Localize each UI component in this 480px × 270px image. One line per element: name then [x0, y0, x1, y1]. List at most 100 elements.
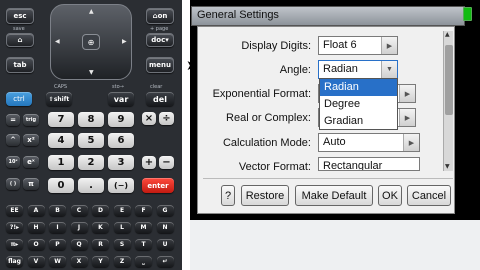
doc-key[interactable]: doc▾ — [146, 33, 174, 47]
mouse-pointer-icon: ➤ — [186, 58, 198, 74]
angle-select[interactable]: Radian ▼ — [318, 60, 398, 79]
angle-option-degree[interactable]: Degree — [320, 96, 397, 113]
key-1[interactable]: 1 — [48, 155, 74, 170]
home-on-key[interactable]: ⌂on — [146, 8, 174, 24]
alpha-key[interactable]: R — [92, 239, 109, 250]
trig-key[interactable]: trig — [23, 114, 39, 126]
esc-key[interactable]: esc — [6, 8, 34, 24]
pi-key[interactable]: π — [23, 178, 39, 190]
alpha-key[interactable]: F — [135, 205, 152, 216]
save-key[interactable]: ⌂ — [6, 33, 34, 47]
help-button[interactable]: ? — [221, 185, 235, 206]
vector-format-select[interactable]: Rectangular — [318, 157, 420, 171]
alpha-key[interactable]: Z — [113, 256, 131, 267]
alpha-key[interactable]: U — [156, 239, 174, 250]
alpha-key[interactable]: H — [27, 222, 45, 233]
alpha-key[interactable]: V — [27, 256, 45, 267]
alpha-key[interactable]: T — [135, 239, 152, 250]
negate-key[interactable]: (−) — [108, 178, 134, 193]
ok-button[interactable]: OK — [378, 185, 402, 206]
key-8[interactable]: 8 — [78, 112, 104, 127]
key-9[interactable]: 9 — [108, 112, 134, 127]
alpha-key[interactable]: ?!▸ — [6, 222, 23, 233]
alpha-key[interactable]: L — [113, 222, 131, 233]
alpha-key[interactable]: B — [49, 205, 66, 216]
alpha-key[interactable]: Q — [70, 239, 88, 250]
parens-key[interactable]: ( ) — [6, 178, 20, 190]
angle-option-radian[interactable]: Radian — [320, 79, 397, 96]
real-or-complex-label: Real or Complex: — [226, 112, 311, 124]
up-arrow-icon: ▲ — [89, 8, 94, 15]
enter-key[interactable]: enter — [142, 178, 174, 193]
alpha-key[interactable]: N — [156, 222, 174, 233]
down-arrow-icon: ▼ — [89, 69, 94, 76]
multiply-key[interactable]: × — [142, 112, 156, 125]
touchpad[interactable]: ▲ ▼ ◀ ▶ ⊕ — [50, 4, 132, 80]
plus-key[interactable]: + — [142, 156, 156, 169]
vector-format-label: Vector Format: — [238, 161, 311, 173]
scroll-up-icon[interactable]: ▲ — [445, 31, 450, 38]
var-key[interactable]: var — [108, 92, 134, 106]
cancel-button[interactable]: Cancel — [407, 185, 451, 206]
key-4[interactable]: 4 — [48, 133, 74, 148]
alpha-key[interactable]: O — [27, 239, 45, 250]
ctrl-key[interactable]: ctrl — [6, 92, 32, 106]
alpha-key[interactable]: G — [156, 205, 174, 216]
dialog-title: General Settings — [197, 9, 279, 21]
key-5[interactable]: 5 — [78, 133, 104, 148]
alpha-key[interactable]: D — [92, 205, 109, 216]
key-6[interactable]: 6 — [108, 133, 134, 148]
key-0[interactable]: 0 — [48, 178, 74, 193]
scrollbar-thumb[interactable] — [445, 45, 453, 115]
ten-power-key[interactable]: 10ˣ — [6, 156, 20, 168]
alpha-key[interactable]: A — [27, 205, 45, 216]
shift-key[interactable]: ⇧shift — [46, 92, 72, 106]
alpha-key[interactable]: π▸ — [6, 239, 23, 250]
alpha-key[interactable]: I — [49, 222, 66, 233]
alpha-key[interactable]: J — [70, 222, 88, 233]
key-7[interactable]: 7 — [48, 112, 74, 127]
key-3[interactable]: 3 — [108, 155, 134, 170]
dialog-scrollbar[interactable]: ▲ ▼ — [443, 31, 453, 171]
angle-label: Angle: — [279, 64, 311, 76]
alpha-key[interactable]: M — [135, 222, 152, 233]
decimal-key[interactable]: . — [78, 178, 104, 193]
scroll-down-icon[interactable]: ▼ — [445, 163, 450, 170]
minus-key[interactable]: − — [159, 156, 174, 169]
tab-key[interactable]: tab — [6, 57, 34, 73]
alpha-key[interactable]: X — [70, 256, 88, 267]
caps-label: CAPS — [54, 84, 68, 90]
chevron-right-icon: ▶ — [403, 134, 419, 151]
power-key[interactable]: ^ — [6, 134, 20, 146]
alpha-key[interactable]: E — [113, 205, 131, 216]
alpha-key[interactable]: ↵ — [156, 256, 174, 267]
exp-key[interactable]: eˣ — [23, 156, 39, 168]
angle-option-gradian[interactable]: Gradian — [320, 113, 397, 130]
alpha-key[interactable]: S — [113, 239, 131, 250]
calculation-mode-select[interactable]: Auto ▶ — [318, 133, 420, 152]
alpha-key[interactable]: K — [92, 222, 109, 233]
menu-key[interactable]: menu — [146, 57, 174, 73]
left-arrow-icon: ◀ — [55, 38, 60, 45]
equals-key[interactable]: = — [6, 114, 20, 126]
angle-value: Radian — [323, 63, 358, 75]
alpha-key[interactable]: EE — [6, 205, 23, 216]
chevron-down-icon: ▼ — [381, 61, 397, 78]
alpha-key[interactable]: W — [49, 256, 66, 267]
display-digits-select[interactable]: Float 6 ▶ — [318, 36, 398, 55]
key-2[interactable]: 2 — [78, 155, 104, 170]
alpha-key[interactable]: ⎵ — [135, 256, 152, 267]
square-key[interactable]: x² — [23, 134, 39, 146]
make-default-button[interactable]: Make Default — [295, 185, 373, 206]
divide-key[interactable]: ÷ — [159, 112, 174, 125]
divider — [182, 0, 190, 270]
alpha-key[interactable]: flag — [6, 256, 23, 267]
restore-button[interactable]: Restore — [241, 185, 289, 206]
alpha-key[interactable]: C — [70, 205, 88, 216]
del-key[interactable]: del — [146, 92, 174, 106]
alpha-key[interactable]: Y — [92, 256, 109, 267]
touchpad-click-icon[interactable]: ⊕ — [82, 34, 100, 50]
alpha-key[interactable]: P — [49, 239, 66, 250]
vector-format-value: Rectangular — [323, 160, 383, 171]
dialog-button-bar: ? Restore Make Default OK Cancel — [203, 178, 453, 211]
